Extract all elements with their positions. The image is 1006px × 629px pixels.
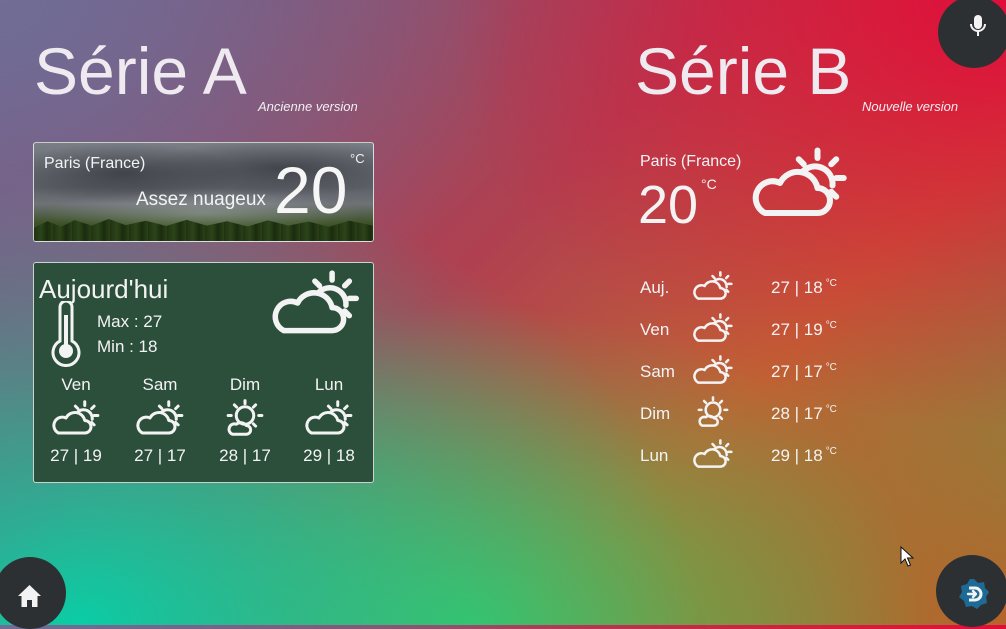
- day-temps: 28 | 17: [219, 446, 271, 465]
- cloud-sun-icon: [692, 312, 734, 344]
- forecast-day: Ven 27 | 19: [36, 375, 116, 466]
- cloud-sun-icon: [750, 145, 850, 221]
- forecast-day: Lun 29 | 18: [289, 375, 369, 466]
- day-temps: 29 | 18: [771, 446, 823, 465]
- city-label: Paris (France): [640, 153, 742, 170]
- cloud-sun-icon: [135, 399, 185, 437]
- sun-cloud-icon: [692, 396, 734, 428]
- today-max: Max : 27: [97, 312, 163, 331]
- serie-a-title: Série A: [34, 34, 247, 108]
- day-temps-wrap: 28 | 17 °C: [771, 404, 837, 424]
- temp-unit: °C: [701, 176, 717, 192]
- day-name: Ven: [61, 375, 91, 394]
- microphone-button[interactable]: [938, 0, 1006, 68]
- cloud-sun-icon: [692, 354, 734, 386]
- forecast-row: Auj. 27 | 18 °C: [640, 270, 880, 306]
- day-temps: 27 | 17: [134, 446, 186, 465]
- day-temps: 27 | 19: [50, 446, 102, 465]
- microphone-icon: [970, 15, 986, 36]
- day-temps: 28 | 17: [771, 404, 823, 423]
- serie-a-version: Ancienne version: [258, 99, 358, 114]
- day-name: Lun: [314, 375, 344, 394]
- serie-b-title: Série B: [635, 34, 852, 108]
- day-name: Lun: [640, 446, 669, 465]
- cloud-sun-icon: [51, 399, 101, 437]
- day-name: Auj.: [640, 278, 670, 297]
- temp-unit: °C: [825, 404, 837, 415]
- app-logo-icon: [959, 579, 989, 609]
- forecast-row: Dim 28 | 17 °C: [640, 396, 880, 432]
- forecast-row: Ven 27 | 19 °C: [640, 312, 880, 348]
- forecast-card[interactable]: Aujourd'hui Max : 27 Min : 18 Ven 27 | 1…: [33, 262, 374, 483]
- day-name: Dim: [640, 404, 671, 423]
- day-name: Sam: [640, 362, 675, 381]
- day-name: Ven: [640, 320, 670, 339]
- temp-unit: °C: [825, 278, 837, 289]
- day-temps: 27 | 17: [771, 362, 823, 381]
- serie-b-version: Nouvelle version: [862, 99, 959, 114]
- temp-unit: °C: [825, 446, 837, 457]
- cloud-sun-icon: [304, 399, 354, 437]
- mouse-cursor-icon: [900, 546, 914, 567]
- cloud-sun-icon: [270, 267, 362, 339]
- current-temp: 20: [638, 175, 699, 235]
- day-temps-wrap: 27 | 18 °C: [771, 278, 837, 298]
- today-min: Min : 18: [97, 337, 158, 356]
- condition-label: Assez nuageux: [136, 189, 266, 210]
- day-temps: 27 | 19: [771, 320, 823, 339]
- day-temps-wrap: 27 | 17 °C: [771, 362, 837, 382]
- sun-cloud-icon: [220, 399, 270, 437]
- day-temps: 29 | 18: [303, 446, 355, 465]
- forecast-day: Dim 28 | 17: [205, 375, 285, 466]
- forecast-day: Sam 27 | 17: [120, 375, 200, 466]
- forecast-row: Lun 29 | 18 °C: [640, 438, 880, 474]
- current-weather-card[interactable]: Paris (France) Assez nuageux 20 °C: [33, 142, 374, 242]
- temp-unit: °C: [350, 151, 365, 166]
- home-icon: [18, 585, 41, 607]
- day-name: Sam: [142, 375, 178, 394]
- day-temps-wrap: 27 | 19 °C: [771, 320, 837, 340]
- day-temps-wrap: 29 | 18 °C: [771, 446, 837, 466]
- day-temps: 27 | 18: [771, 278, 823, 297]
- temp-unit: °C: [825, 320, 837, 331]
- home-button[interactable]: [0, 557, 66, 629]
- cloud-sun-icon: [692, 270, 734, 302]
- forecast-row: Sam 27 | 17 °C: [640, 354, 880, 390]
- app-logo-button[interactable]: [936, 555, 1006, 627]
- temp-unit: °C: [825, 362, 837, 373]
- day-name: Dim: [229, 375, 261, 394]
- thermometer-icon: [51, 301, 81, 367]
- cloud-sun-icon: [692, 438, 734, 470]
- current-temp: 20: [274, 153, 348, 227]
- city-label: Paris (France): [44, 155, 146, 172]
